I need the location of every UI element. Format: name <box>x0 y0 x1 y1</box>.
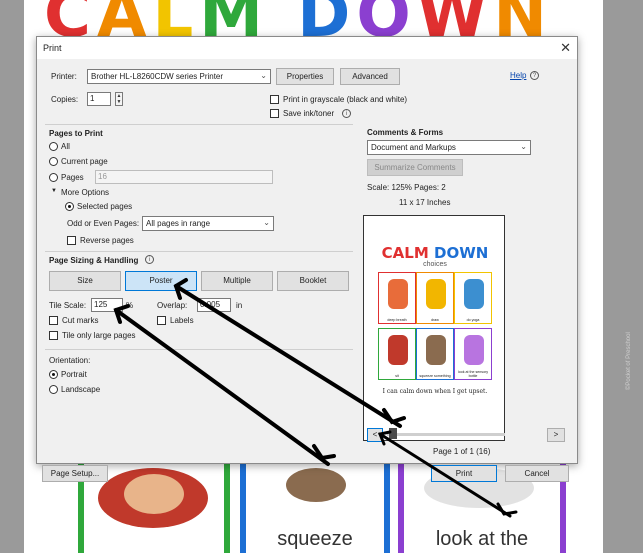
arrow-shaft <box>174 284 402 428</box>
arrow-to-prev-button <box>377 430 518 518</box>
arrow-shaft <box>378 432 512 518</box>
arrow-shaft <box>114 308 330 466</box>
arrow-to-tile-scale <box>113 304 336 466</box>
annotation-arrows <box>113 278 518 518</box>
arrow-fletch <box>496 502 518 516</box>
arrow-to-poster-tab <box>173 278 406 428</box>
